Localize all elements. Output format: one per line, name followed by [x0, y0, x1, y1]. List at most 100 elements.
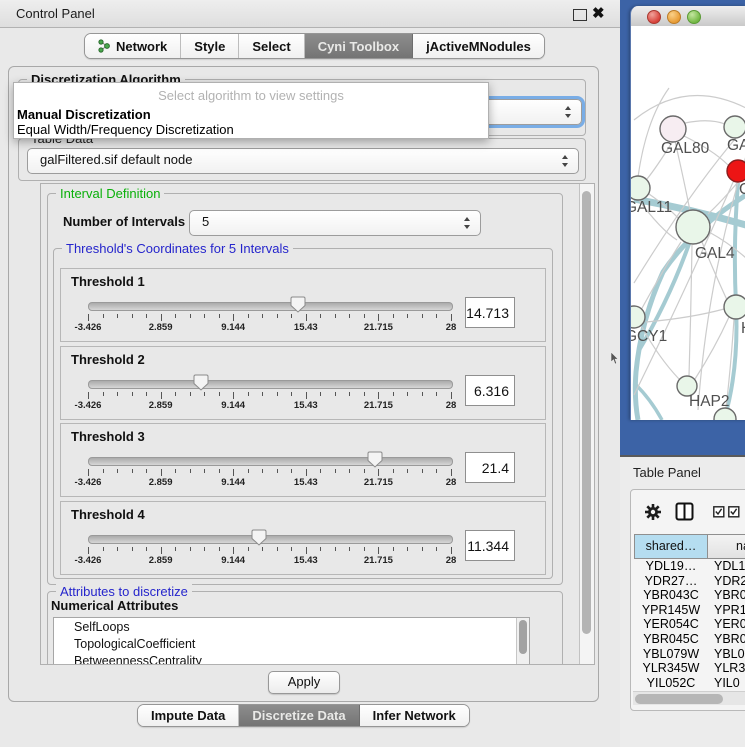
main-scrollbar-thumb[interactable] — [582, 191, 591, 634]
table-row[interactable]: YIL052CYIL0 — [634, 676, 745, 691]
table-data-group: Table Data galFiltered.sif default node — [18, 138, 586, 181]
network-view-window[interactable]: GAL80GALCGAL11GAL4GCY1HHAP2 — [630, 6, 745, 420]
tick-label: 15.43 — [281, 555, 331, 566]
network-node-h[interactable] — [724, 295, 745, 319]
tick-label: 21.715 — [353, 322, 403, 333]
slider-thumb[interactable] — [367, 451, 383, 468]
threshold-value-field[interactable]: 14.713 — [465, 297, 515, 328]
algorithm-option-manual-discretization[interactable]: Manual Discretization — [17, 107, 151, 122]
slider-tick — [233, 547, 234, 554]
slider-thumb[interactable] — [290, 296, 306, 313]
gear-icon[interactable] — [644, 503, 662, 521]
table-hscrollbar-thumb[interactable] — [635, 694, 723, 704]
network-desktop-area: GAL80GALCGAL11GAL4GCY1HHAP2 — [620, 0, 745, 455]
tick-label: -3.426 — [63, 555, 113, 566]
bottom-tab-impute-data[interactable]: Impute Data — [138, 705, 239, 726]
tick-label: 15.43 — [281, 400, 331, 411]
algorithm-option-equal-width-frequency-discretization[interactable]: Equal Width/Frequency Discretization — [17, 122, 234, 137]
numerical-attributes-list[interactable]: SelfLoopsTopologicalCoefficientBetweenne… — [53, 617, 530, 665]
tick-label: 2.859 — [136, 555, 186, 566]
num-intervals-spinner[interactable]: 5 — [189, 210, 481, 236]
slider-tick — [349, 314, 350, 318]
attributes-title: Attributes to discretize — [56, 584, 192, 599]
attributes-scrollbar-thumb[interactable] — [519, 620, 527, 654]
network-node-gal80[interactable] — [660, 116, 686, 142]
bottom-tab-label: Discretize Data — [252, 708, 345, 723]
node-label: H — [741, 320, 745, 337]
network-edge[interactable] — [689, 245, 692, 376]
network-canvas[interactable]: GAL80GALCGAL11GAL4GCY1HHAP2 — [631, 26, 745, 420]
node-label: GAL11 — [631, 199, 672, 216]
slider-tick — [451, 469, 452, 476]
attribute-item-betweennesscentrality[interactable]: BetweennessCentrality — [54, 652, 529, 665]
network-node-c[interactable] — [727, 160, 745, 182]
slider-tick — [306, 469, 307, 476]
threshold-value-field[interactable]: 21.4 — [465, 452, 515, 483]
slider-thumb[interactable] — [251, 529, 267, 546]
threshold-value-field[interactable]: 6.316 — [465, 375, 515, 406]
slider-tick — [233, 314, 234, 321]
threshold-value-field[interactable]: 11.344 — [465, 530, 515, 561]
column-header-name[interactable]: na — [707, 534, 745, 559]
table-row[interactable]: YDL19…YDL1 — [634, 559, 745, 574]
table-row[interactable]: YLR345WYLR3 — [634, 661, 745, 676]
float-panel-icon[interactable] — [573, 9, 587, 21]
table-row[interactable]: YDR27…YDR2 — [634, 574, 745, 589]
slider-tick — [132, 314, 133, 318]
tab-jactivemnodules[interactable]: jActiveMNodules — [413, 34, 544, 58]
slider-tick — [88, 314, 89, 321]
tab-cyni-toolbox[interactable]: Cyni Toolbox — [305, 34, 413, 58]
slider-tick — [320, 392, 321, 396]
attributes-scrollbar[interactable] — [516, 618, 529, 664]
apply-button[interactable]: Apply — [268, 671, 340, 694]
attribute-item-selfloops[interactable]: SelfLoops — [54, 618, 529, 635]
zoom-traffic-light[interactable] — [687, 10, 701, 24]
slider-tick — [407, 392, 408, 396]
network-edge[interactable] — [685, 121, 725, 124]
slider-track[interactable] — [88, 535, 453, 544]
slider-tick — [335, 314, 336, 318]
slider-tick — [103, 547, 104, 551]
split-columns-icon[interactable] — [675, 502, 694, 521]
table-hscrollbar[interactable] — [633, 691, 745, 705]
table-data-combo[interactable]: galFiltered.sif default node — [27, 148, 579, 174]
slider-track[interactable] — [88, 457, 453, 466]
table-row[interactable]: YPR145WYPR1 — [634, 603, 745, 618]
slider-tick — [204, 314, 205, 318]
network-node-gal11[interactable] — [631, 176, 650, 200]
main-scrollbar[interactable] — [579, 184, 594, 664]
tab-network[interactable]: Network — [85, 34, 181, 58]
cell-name: YLR3 — [714, 661, 745, 675]
slider-tick — [262, 547, 263, 551]
close-traffic-light[interactable] — [647, 10, 661, 24]
cell-shared-name: YIL052C — [634, 676, 708, 690]
network-window-titlebar[interactable] — [631, 6, 745, 27]
network-edge[interactable] — [695, 317, 729, 379]
slider-tick — [277, 469, 278, 473]
bottom-tab-discretize-data[interactable]: Discretize Data — [239, 705, 359, 726]
tab-style[interactable]: Style — [181, 34, 239, 58]
network-node-gal4[interactable] — [676, 210, 710, 244]
network-node-gal[interactable] — [724, 116, 745, 138]
slider-track[interactable] — [88, 302, 453, 311]
cell-shared-name: YBL079W — [634, 647, 708, 661]
table-row[interactable]: YBL079WYBL0 — [634, 647, 745, 662]
tick-label: -3.426 — [63, 477, 113, 488]
checkbox-pair-icon[interactable] — [713, 506, 740, 518]
attribute-item-topologicalcoefficient[interactable]: TopologicalCoefficient — [54, 635, 529, 652]
minimize-traffic-light[interactable] — [667, 10, 681, 24]
column-header-shared-name[interactable]: shared… — [634, 534, 708, 559]
bottom-tab-infer-network[interactable]: Infer Network — [360, 705, 469, 726]
slider-tick — [146, 469, 147, 473]
slider-track[interactable] — [88, 380, 453, 389]
close-panel-icon[interactable]: ✖ — [592, 4, 605, 22]
table-row[interactable]: YBR043CYBR0 — [634, 588, 745, 603]
table-row[interactable]: YER054CYER0 — [634, 617, 745, 632]
network-graph[interactable]: GAL80GALCGAL11GAL4GCY1HHAP2 — [631, 26, 745, 420]
slider-tick — [364, 314, 365, 318]
table-row[interactable]: YBR045CYBR0 — [634, 632, 745, 647]
settings-scroll-area: Interval Definition Number of Intervals … — [40, 183, 595, 665]
tab-select[interactable]: Select — [239, 34, 304, 58]
network-edge[interactable] — [634, 96, 745, 121]
slider-thumb[interactable] — [193, 374, 209, 391]
